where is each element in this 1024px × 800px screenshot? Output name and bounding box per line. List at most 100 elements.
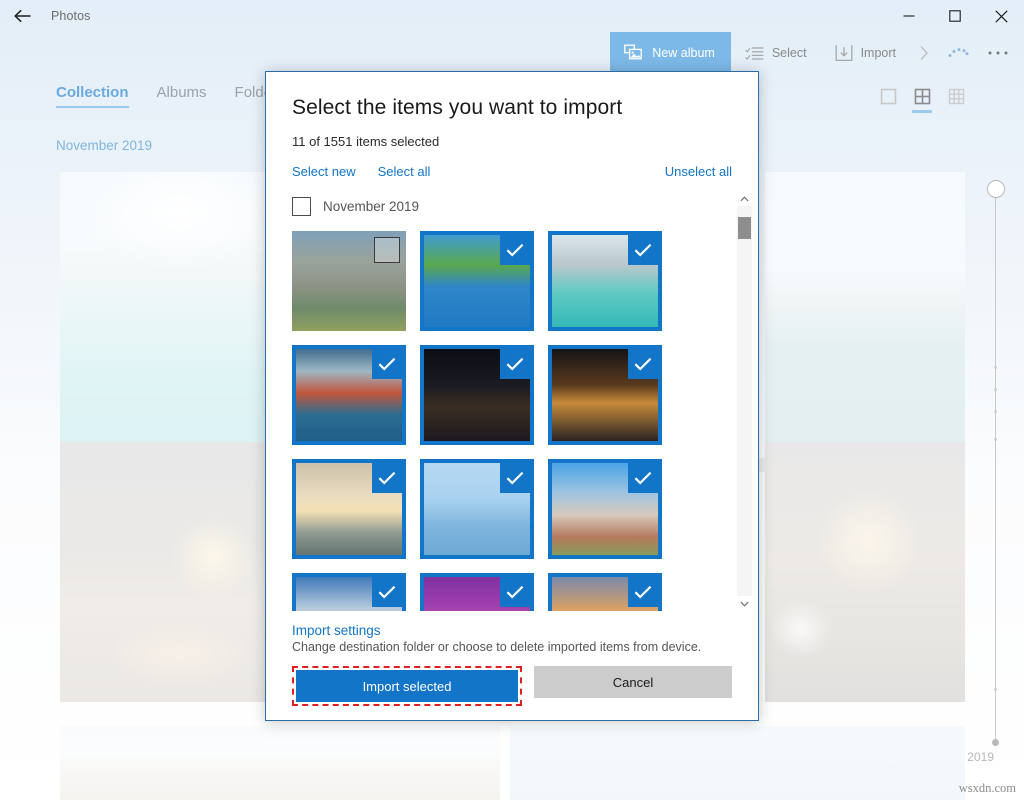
thumbnail-castle-evening[interactable] (292, 573, 406, 611)
selection-links: Select new Select all Unselect all (292, 161, 732, 181)
select-button[interactable]: Select (731, 32, 821, 74)
grid-2x2-icon (914, 88, 931, 105)
chevron-right-icon (919, 45, 929, 61)
photos-app-window: November 2019 Collection Albums Folders (0, 0, 1024, 800)
view-mode-grid2-button[interactable] (912, 88, 932, 113)
scroll-down-button[interactable] (737, 596, 752, 611)
scroll-up-button[interactable] (737, 191, 752, 206)
view-mode-grid3-button[interactable] (946, 88, 966, 113)
items-selected-count: 11 of 1551 items selected (292, 134, 732, 149)
view-mode-single-button[interactable] (878, 88, 898, 113)
more-icon (987, 50, 1009, 56)
app-title: Photos (46, 9, 91, 23)
dialog-scrollbar[interactable] (737, 191, 752, 611)
thumbnail-checkbox-checked[interactable] (500, 577, 530, 607)
collection-photo[interactable] (510, 726, 965, 800)
dim-overlay (60, 726, 500, 800)
thumbnail-paris-hotel-night[interactable] (420, 345, 534, 445)
title-bar: Photos (0, 0, 1024, 32)
check-icon (378, 585, 396, 599)
scrollbar-track[interactable] (737, 206, 752, 596)
single-square-icon (880, 88, 897, 105)
collection-photo[interactable] (60, 442, 300, 702)
scrubber-year-marker (992, 739, 999, 746)
collection-photo[interactable] (60, 726, 500, 800)
view-mode-underline (878, 110, 898, 113)
import-settings-link[interactable]: Import settings (292, 623, 732, 638)
thumbnail-river-daytime[interactable] (420, 459, 534, 559)
scrubber-track (995, 190, 996, 742)
thumbnail-river-sunset-boat[interactable] (292, 459, 406, 559)
timeline-scrubber[interactable] (982, 176, 1010, 756)
unselect-all-link[interactable]: Unselect all (665, 164, 732, 179)
new-album-button[interactable]: New album (610, 32, 731, 74)
scrubber-tick (994, 388, 997, 391)
minimize-icon (903, 10, 915, 22)
select-all-link[interactable]: Select all (378, 164, 431, 179)
group-checkbox[interactable] (292, 197, 311, 216)
maximize-icon (949, 10, 961, 22)
new-album-icon (624, 44, 644, 62)
scrubber-tick (994, 366, 997, 369)
check-icon (378, 471, 396, 485)
view-mode-switcher (878, 88, 966, 113)
collection-photo[interactable] (765, 172, 965, 454)
grid-3x3-icon (948, 88, 965, 105)
thumbnail-checkbox-checked[interactable] (372, 349, 402, 379)
select-new-link[interactable]: Select new (292, 164, 356, 179)
back-button[interactable] (0, 0, 46, 32)
thumbnail-town-canal[interactable] (292, 231, 406, 331)
group-label: November 2019 (323, 199, 419, 214)
thumbnail-checkbox-unchecked[interactable] (374, 237, 400, 263)
progress-ring-icon (946, 46, 970, 60)
thumbnail-checkbox-checked[interactable] (500, 463, 530, 493)
thumbnail-checkbox-checked[interactable] (628, 463, 658, 493)
scrubber-tick (994, 410, 997, 413)
thumbnail-castle-daytime[interactable] (548, 459, 662, 559)
import-button[interactable]: Import (821, 32, 910, 74)
dialog-thumbnail-list[interactable]: November 2019 (266, 191, 758, 611)
check-icon (634, 471, 652, 485)
thumbnail-checkbox-checked[interactable] (500, 349, 530, 379)
window-controls (886, 0, 1024, 32)
scrubber-year-label: 2019 (967, 750, 994, 764)
thumbnail-golden-gate-bridge[interactable] (292, 345, 406, 445)
month-section-header: November 2019 (56, 138, 152, 153)
thumbnail-vegas-strip-fountains[interactable] (548, 345, 662, 445)
thumbnail-checkbox-checked[interactable] (372, 463, 402, 493)
back-arrow-icon (13, 8, 33, 24)
select-label: Select (772, 46, 807, 60)
scrubber-handle[interactable] (987, 180, 1005, 198)
close-button[interactable] (978, 0, 1024, 32)
import-selected-button[interactable]: Import selected (296, 670, 518, 702)
tab-collection[interactable]: Collection (56, 84, 129, 108)
minimize-button[interactable] (886, 0, 932, 32)
tab-albums[interactable]: Albums (157, 84, 207, 108)
select-icon (745, 46, 764, 61)
toolbar-overflow-chevron[interactable] (910, 32, 938, 74)
maximize-button[interactable] (932, 0, 978, 32)
scrubber-tick (994, 688, 997, 691)
thumbnail-turquoise-bay[interactable] (548, 231, 662, 331)
chevron-down-icon (740, 601, 749, 607)
thumbnail-checkbox-checked[interactable] (372, 577, 402, 607)
thumbnail-grid (292, 231, 758, 611)
check-icon (634, 585, 652, 599)
collection-photo[interactable] (60, 172, 300, 454)
thumbnail-lake-hillside[interactable] (420, 231, 534, 331)
thumbnail-checkbox-checked[interactable] (628, 235, 658, 265)
more-options-button[interactable] (978, 32, 1018, 74)
collection-photo[interactable] (765, 442, 965, 702)
view-mode-underline (946, 110, 966, 113)
scrollbar-thumb[interactable] (738, 217, 751, 239)
check-icon (634, 357, 652, 371)
thumbnail-checkbox-checked[interactable] (628, 577, 658, 607)
thumbnail-eiffel-tower-purple-sky[interactable] (420, 573, 534, 611)
thumbnail-checkbox-checked[interactable] (500, 235, 530, 265)
import-label: Import (861, 46, 896, 60)
group-header-row[interactable]: November 2019 (292, 191, 758, 221)
thumbnail-eiffel-tower-sunset[interactable] (548, 573, 662, 611)
dim-overlay (60, 442, 300, 702)
cancel-button[interactable]: Cancel (534, 666, 732, 698)
thumbnail-checkbox-checked[interactable] (628, 349, 658, 379)
